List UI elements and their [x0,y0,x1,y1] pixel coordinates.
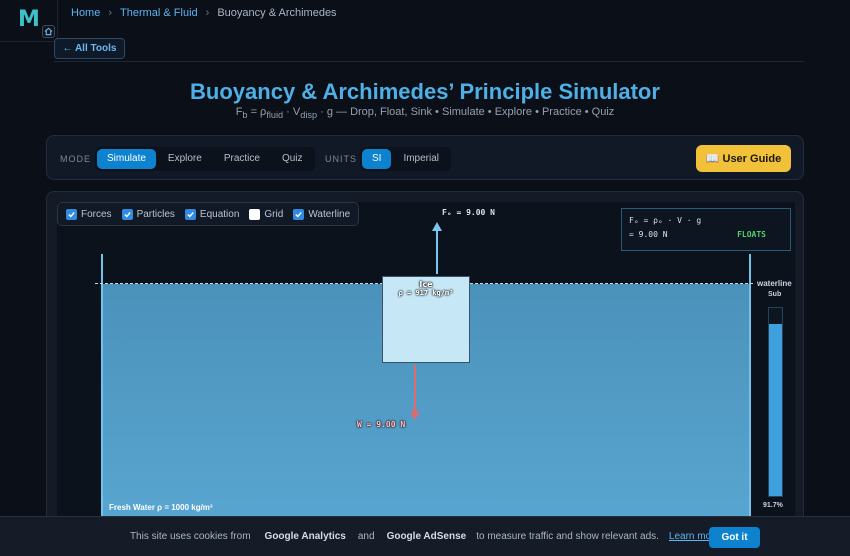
book-icon: 📖 [705,153,720,165]
subtitle-rest: · g — Drop, Float, Sink • Simulate • Exp… [317,106,615,118]
toggle-forces[interactable]: Forces [66,208,112,220]
block-name: Ice [419,280,433,289]
mode-simulate-button[interactable]: Simulate [97,149,156,169]
checkbox-forces[interactable] [66,208,77,220]
cookie-google-adsense: Google AdSense [386,531,467,542]
home-icon[interactable] [42,25,55,38]
formula-eq: = ρ [247,106,267,118]
cookie-text-suffix: to measure traffic and show relevant ads… [476,531,659,542]
weight-force-arrowhead [410,411,420,420]
float-status: FLOATS [737,230,766,239]
block-density: ρ = 917 kg/m³ [398,289,454,297]
tank-left-wall [101,254,103,556]
mode-segmented-control: Simulate Explore Practice Quiz [95,147,315,171]
weight-force-label: W = 9.00 N [357,420,406,429]
breadcrumb: Home › Thermal & Fluid › Buoyancy & Arch… [71,7,337,19]
display-toggles: Forces Particles Equation Grid Waterline [57,202,360,226]
equation-panel: Fₒ = ρₒ · V · g = 9.00 N FLOATS [621,208,791,251]
buoyant-force-arrow [436,230,438,274]
breadcrumb-home[interactable]: Home [71,7,100,19]
units-segmented-control: SI Imperial [360,147,452,171]
mode-toolbar: MODE Simulate Explore Practice Quiz UNIT… [46,135,804,180]
submerged-label: Sub [768,291,782,298]
cookie-google-analytics: Google Analytics [264,531,346,542]
weight-force-arrow [414,365,416,413]
simulation-panel: waterline Forces Particles Equation Grid… [46,191,804,556]
mode-label: MODE [60,154,91,164]
simulation-canvas[interactable]: waterline Forces Particles Equation Grid… [57,202,795,556]
formula-sub-disp: disp [300,110,318,121]
toggle-equation[interactable]: Equation [184,208,240,220]
tank-right-wall [749,254,751,556]
submerged-percent: 91.7% [763,502,783,509]
mode-quiz-button[interactable]: Quiz [272,149,313,169]
divider [54,61,804,62]
breadcrumb-current: Buoyancy & Archimedes [217,7,337,19]
cookie-and: and [357,531,375,542]
toggle-grid-label: Grid [264,208,284,220]
checkbox-waterline[interactable] [293,208,305,220]
logo-area[interactable]: M [0,0,58,42]
waterline-label: waterline [757,279,792,288]
units-si-button[interactable]: SI [362,149,392,169]
page-title: Buoyancy & Archimedes’ Principle Simulat… [190,79,660,104]
checkbox-grid[interactable] [249,208,261,220]
fluid-label: Fresh Water ρ = 1000 kg/m³ [109,503,213,512]
site-logo[interactable]: M [18,7,40,32]
breadcrumb-separator: › [205,7,210,19]
formula-sub-fluid: fluid [266,110,284,121]
cookie-banner: This site uses cookies from Google Analy… [0,516,850,556]
user-guide-label: User Guide [722,152,782,165]
mode-explore-button[interactable]: Explore [158,149,212,169]
breadcrumb-category[interactable]: Thermal & Fluid [120,7,198,19]
buoyant-force-label: Fₒ = 9.00 N [442,208,495,217]
toggle-waterline-label: Waterline [308,208,351,220]
all-tools-button[interactable]: ← All Tools [54,38,125,59]
toggle-grid[interactable]: Grid [249,208,284,220]
equation-formula: Fₒ = ρₒ · V · g [629,216,702,225]
checkbox-particles[interactable] [121,208,133,220]
ice-block[interactable]: Ice ρ = 917 kg/m³ [382,276,470,363]
units-imperial-button[interactable]: Imperial [393,149,449,169]
user-guide-button[interactable]: 📖 User Guide [696,145,791,172]
mode-practice-button[interactable]: Practice [214,149,270,169]
breadcrumb-separator: › [108,7,113,19]
units-label: UNITS [325,154,357,164]
submerged-gauge [768,307,783,497]
toggle-equation-label: Equation [199,208,240,220]
cookie-text-prefix: This site uses cookies from [129,531,251,542]
toggle-waterline[interactable]: Waterline [293,208,351,220]
top-bar: M Home › Thermal & Fluid › Buoyancy & Ar… [0,0,850,62]
toggle-forces-label: Forces [81,208,112,220]
toggle-particles[interactable]: Particles [121,208,175,220]
got-it-button[interactable]: Got it [709,527,760,548]
formula-v: · V [283,106,301,118]
checkbox-equation[interactable] [184,208,196,220]
submerged-gauge-fill [769,323,782,496]
page-subtitle: Fb = ρfluid · Vdisp · g — Drop, Float, S… [0,106,850,120]
toggle-particles-label: Particles [136,208,175,220]
